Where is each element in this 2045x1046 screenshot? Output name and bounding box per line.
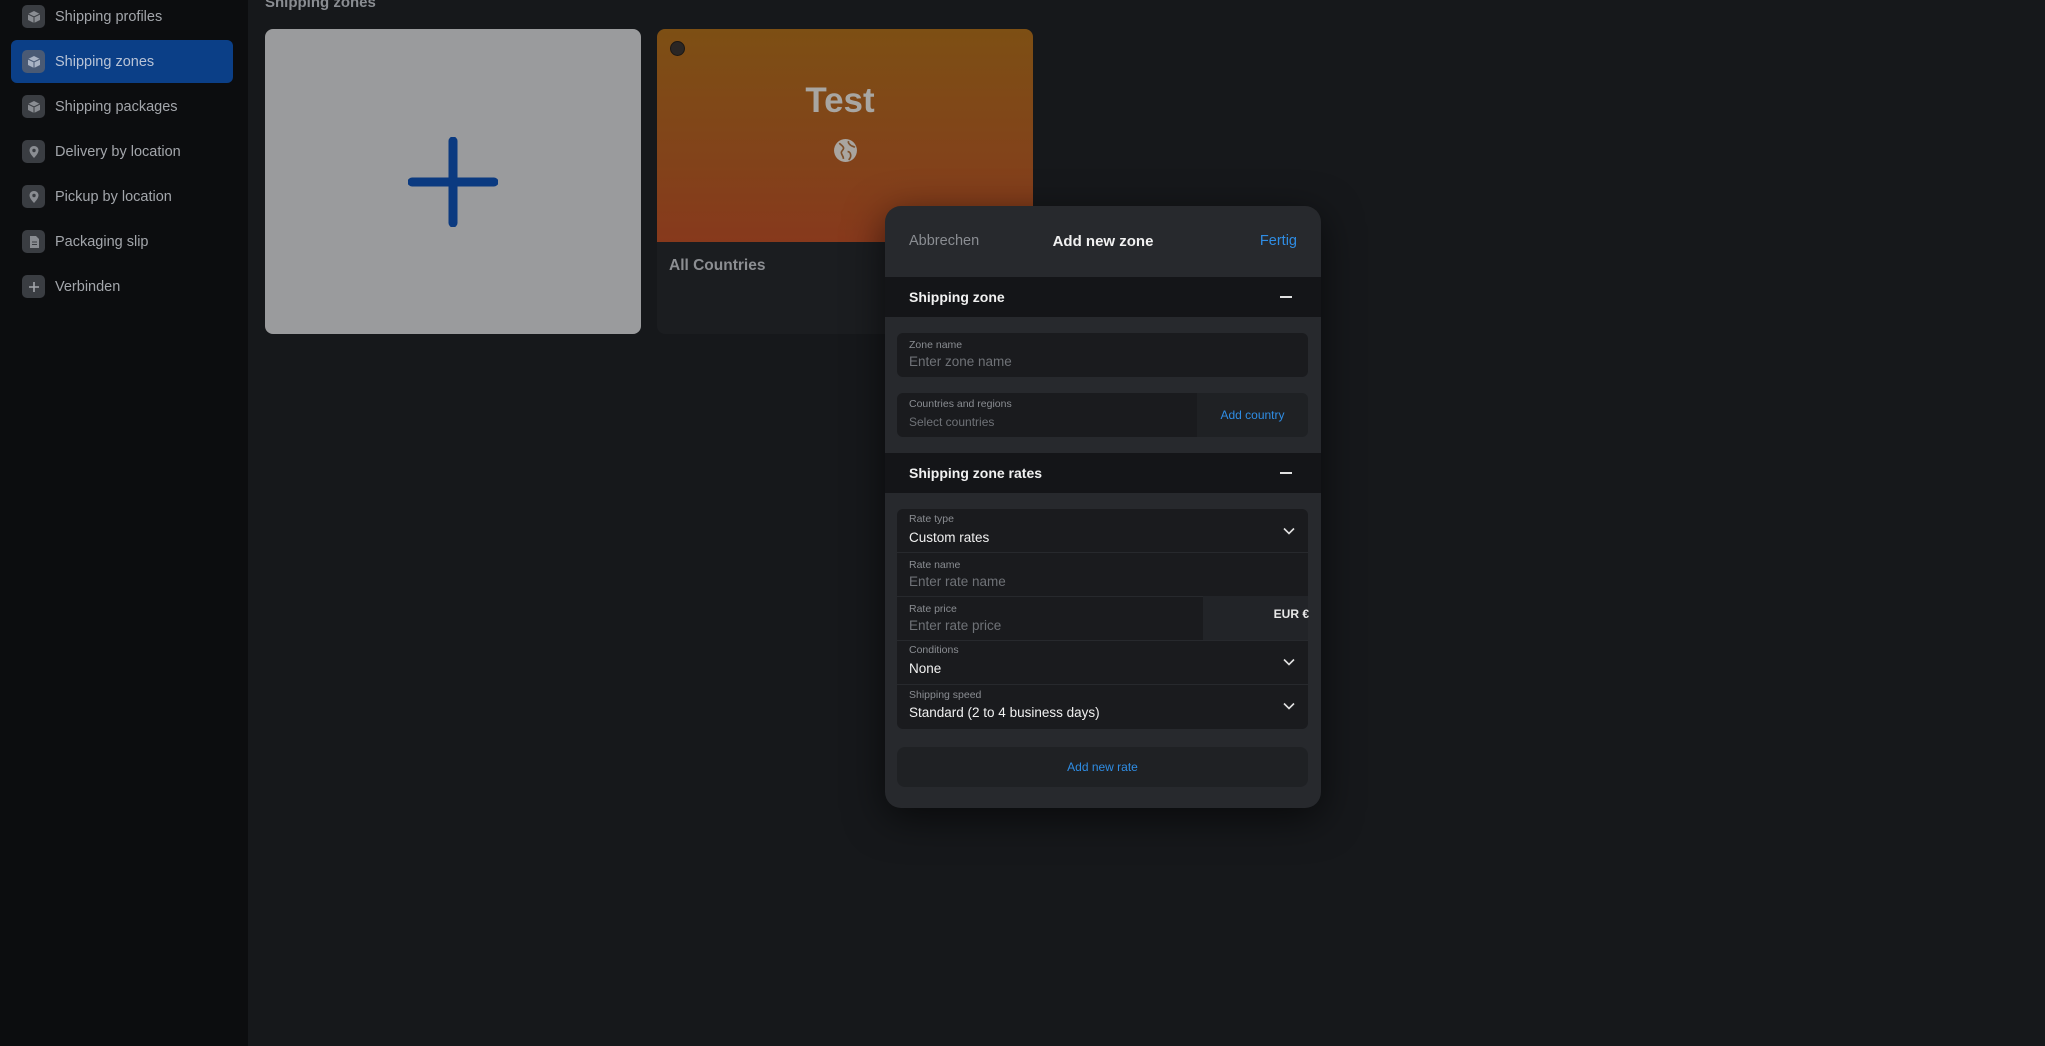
sidebar-item-label: Delivery by location [55,143,181,160]
box-icon [22,95,45,118]
zone-name-input[interactable]: Enter zone name [909,354,1012,369]
add-new-rate-button[interactable]: Add new rate [897,747,1308,787]
countries-field[interactable]: Countries and regions Select countries [897,393,1197,437]
sidebar-item-label: Shipping packages [55,98,178,115]
sidebar-item-label: Pickup by location [55,188,172,205]
chevron-down-icon [1283,658,1295,666]
page-title: Shipping zones [265,0,376,11]
zone-card-banner-title: Test [805,81,875,120]
field-label: Rate price [909,603,957,615]
location-pin-icon [22,185,45,208]
chevron-down-icon [1283,527,1295,535]
rate-price-field[interactable]: Rate price Enter rate price [897,597,1203,641]
rate-type-value: Custom rates [909,530,990,545]
field-label: Conditions [909,644,959,656]
add-zone-dialog: Abbrechen Add new zone Fertig Shipping z… [885,206,1321,808]
box-icon [22,5,45,28]
field-label: Rate name [909,559,961,571]
document-icon [22,230,45,253]
sidebar-item-verbinden[interactable]: Verbinden [11,265,233,308]
cancel-button[interactable]: Abbrechen [909,233,979,249]
conditions-select[interactable]: Conditions None [897,641,1308,685]
add-country-button[interactable]: Add country [1197,393,1308,437]
countries-select[interactable]: Select countries [909,415,994,429]
shipping-speed-value: Standard (2 to 4 business days) [909,705,1100,720]
sidebar-item-label: Shipping profiles [55,8,163,25]
section-title: Shipping zone rates [909,465,1043,481]
sidebar-item-label: Shipping zones [55,53,155,70]
sidebar-item-label: Verbinden [55,278,121,295]
shipping-zone-rates-section-header: Shipping zone rates [885,453,1321,493]
collapse-section-button[interactable] [1275,286,1297,308]
zone-name-field[interactable]: Zone name Enter zone name [897,333,1308,377]
shipping-zone-section-header: Shipping zone [885,277,1321,317]
sidebar-item-packaging-slip[interactable]: Packaging slip [11,220,233,263]
globe-icon [834,139,857,162]
done-button[interactable]: Fertig [1260,233,1297,249]
section-title: Shipping zone [909,289,1005,305]
field-label: Rate type [909,513,954,525]
sidebar: Shipping profiles Shipping zones Shippin… [0,0,248,1046]
rate-price-input[interactable]: Enter rate price [909,618,1001,633]
collapse-section-button[interactable] [1275,462,1297,484]
field-label: Countries and regions [909,398,1012,410]
plus-icon [408,136,498,227]
sidebar-item-shipping-packages[interactable]: Shipping packages [11,85,233,128]
minus-icon [1280,472,1292,474]
field-label: Shipping speed [909,689,982,701]
chevron-down-icon [1283,702,1295,710]
conditions-value: None [909,661,942,676]
sidebar-item-pickup-by-location[interactable]: Pickup by location [11,175,233,218]
rate-name-input[interactable]: Enter rate name [909,574,1006,589]
shipping-speed-select[interactable]: Shipping speed Standard (2 to 4 business… [897,685,1308,729]
field-label: Zone name [909,339,963,351]
add-zone-card[interactable] [265,29,641,334]
plus-icon [22,275,45,298]
dialog-header: Abbrechen Add new zone Fertig [885,206,1321,276]
currency-label: EUR € [1273,607,1309,621]
location-pin-icon [22,140,45,163]
sidebar-item-shipping-profiles[interactable]: Shipping profiles [11,0,233,38]
sidebar-item-delivery-by-location[interactable]: Delivery by location [11,130,233,173]
box-icon [22,50,45,73]
rate-type-select[interactable]: Rate type Custom rates [897,509,1308,553]
sidebar-item-shipping-zones[interactable]: Shipping zones [11,40,233,83]
minus-icon [1280,296,1292,298]
rate-name-field[interactable]: Rate name Enter rate name [897,553,1308,597]
zone-select-radio[interactable] [670,41,685,56]
sidebar-item-label: Packaging slip [55,233,149,250]
zone-card-name: All Countries [669,257,766,274]
